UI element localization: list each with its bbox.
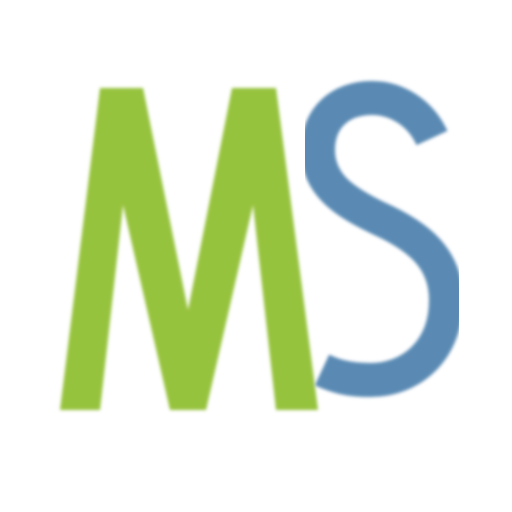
ms-logo <box>60 81 463 410</box>
logo-letter-s <box>301 81 463 397</box>
logo-canvas <box>0 0 512 512</box>
logo-letter-m <box>60 88 318 410</box>
